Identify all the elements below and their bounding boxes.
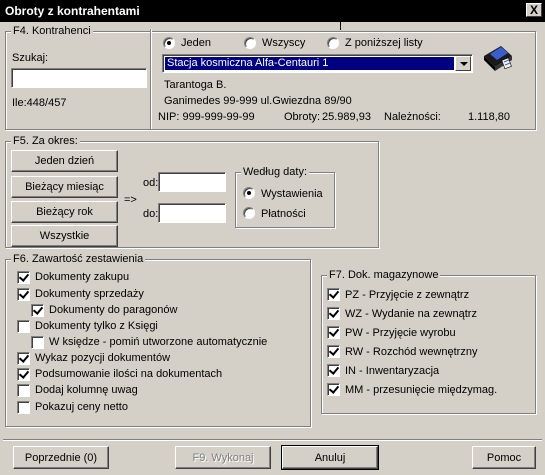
date-basis-title: Według daty:	[241, 166, 310, 178]
title-bar: Obroty z kontrahentami X	[0, 0, 545, 22]
contractor-address: Ganimedes 99-999 ul.Gwiezdna 89/90	[164, 95, 352, 107]
label-ledger-only: Dokumenty tylko z Księgi	[35, 320, 158, 332]
turnover-value: 25.989,93	[322, 111, 371, 123]
cb-ledger-only[interactable]	[17, 320, 30, 333]
receivables-label: Należności:	[384, 111, 441, 123]
help-label: Pomoc	[486, 451, 522, 464]
search-input[interactable]	[11, 68, 147, 88]
scope-radio-all[interactable]	[244, 37, 256, 49]
cancel-label: Anuluj	[314, 451, 346, 464]
cb-purchase-docs[interactable]	[17, 271, 30, 284]
label-item-list: Wykaz pozycji dokumentów	[35, 352, 171, 364]
current-year-button[interactable]: Bieżący rok	[11, 201, 118, 223]
date-from-input[interactable]	[158, 172, 226, 192]
close-button[interactable]: X	[526, 3, 542, 17]
title-divider	[340, 20, 341, 30]
label-skip-auto: W księdze - pomiń utworzone automatyczni…	[49, 336, 268, 348]
cb-net-prices[interactable]	[17, 401, 30, 414]
label-quantity-summary: Podsumowanie ilości na dokumentach	[35, 368, 223, 380]
date-payment-label: Płatności	[261, 208, 306, 220]
one-day-label: Jeden dzień	[34, 155, 95, 167]
label-pz: PZ - Przyjęcie z zewnątrz	[345, 289, 470, 301]
to-label: do:	[143, 208, 159, 220]
label-receipt-docs: Dokumenty do paragonów	[49, 304, 178, 316]
cb-sales-docs[interactable]	[17, 288, 30, 301]
label-sales-docs: Dokumenty sprzedaży	[35, 288, 144, 300]
all-periods-button[interactable]: Wszystkie	[11, 225, 118, 247]
label-mm: MM - przesunięcie międzymag.	[345, 384, 498, 396]
window-title: Obroty z kontrahentami	[5, 4, 140, 18]
label-pw: PW - Przyjęcie wyrobu	[345, 327, 456, 339]
current-month-button[interactable]: Bieżący miesiąc	[11, 176, 118, 198]
current-month-label: Bieżący miesiąc	[25, 181, 104, 193]
label-purchase-docs: Dokumenty zakupu	[35, 271, 130, 283]
warehouse-group-title: F7. Dok. magazynowe	[327, 269, 441, 281]
scope-radio-one[interactable]	[163, 37, 175, 49]
current-year-label: Bieżący rok	[36, 206, 93, 218]
contractors-group-title: F4. Kontrahenci	[11, 25, 93, 37]
scope-label-list: Z poniższej listy	[345, 37, 423, 49]
contractor-select-value: Stacja kosmiczna Alfa-Centauri 1	[165, 57, 454, 70]
label-wz: WZ - Wydanie na zewnątrz	[345, 308, 477, 320]
dialog-window: Obroty z kontrahentami X F4. Kontrahenci…	[0, 0, 545, 475]
cb-notes-column[interactable]	[17, 384, 30, 397]
cb-pz[interactable]	[327, 288, 340, 301]
period-group-title: F5. Za okres:	[11, 135, 80, 147]
label-notes-column: Dodaj kolumnę uwag	[35, 384, 138, 396]
cb-pw[interactable]	[327, 326, 340, 339]
one-day-button[interactable]: Jeden dzień	[11, 150, 118, 172]
all-periods-label: Wszystkie	[39, 230, 90, 242]
from-label: od:	[143, 177, 159, 189]
previous-button[interactable]: Poprzednie (0)	[13, 446, 109, 469]
cb-quantity-summary[interactable]	[17, 368, 30, 381]
footer-separator	[3, 439, 542, 441]
cb-wz[interactable]	[327, 307, 340, 320]
scope-label-one: Jeden	[181, 37, 211, 49]
search-label: Szukaj:	[12, 52, 49, 64]
execute-button[interactable]: F9. Wykonaj	[175, 446, 271, 469]
arrow-label: =>	[124, 194, 137, 206]
cb-receipt-docs[interactable]	[31, 304, 44, 317]
contractor-name: Tarantoga B.	[164, 79, 227, 91]
execute-label: F9. Wykonaj	[192, 451, 254, 464]
contractor-select[interactable]: Stacja kosmiczna Alfa-Centauri 1	[162, 54, 473, 73]
chevron-down-icon[interactable]	[455, 56, 471, 71]
label-rw: RW - Rozchód wewnętrzny	[345, 346, 478, 358]
cancel-button[interactable]: Anuluj	[281, 445, 379, 470]
date-payment-radio[interactable]	[243, 207, 255, 219]
label-net-prices: Pokazuj ceny netto	[35, 401, 128, 413]
cb-item-list[interactable]	[17, 352, 30, 365]
date-issue-label: Wystawienia	[261, 188, 323, 200]
address-card-icon[interactable]	[481, 40, 515, 74]
date-issue-radio[interactable]	[243, 187, 255, 199]
cb-mm[interactable]	[327, 383, 340, 396]
cb-in[interactable]	[327, 364, 340, 377]
scope-label-all: Wszyscy	[262, 37, 306, 49]
label-in: IN - Inwentaryzacja	[345, 365, 440, 377]
contractors-divider	[150, 29, 152, 129]
previous-label: Poprzednie (0)	[24, 451, 98, 464]
scope-radio-list[interactable]	[327, 37, 339, 49]
receivables-value: 1.118,80	[468, 111, 511, 123]
contractor-count: Ile:448/457	[12, 97, 67, 109]
help-button[interactable]: Pomoc	[472, 446, 536, 469]
contractor-nip: NIP: 999-999-99-99	[158, 111, 255, 123]
cb-rw[interactable]	[327, 345, 340, 358]
content-group-title: F6. Zawartość zestawienia	[11, 253, 146, 265]
date-to-input[interactable]	[158, 203, 226, 223]
cb-skip-auto[interactable]	[31, 336, 44, 349]
turnover-label: Obroty:	[284, 111, 321, 123]
